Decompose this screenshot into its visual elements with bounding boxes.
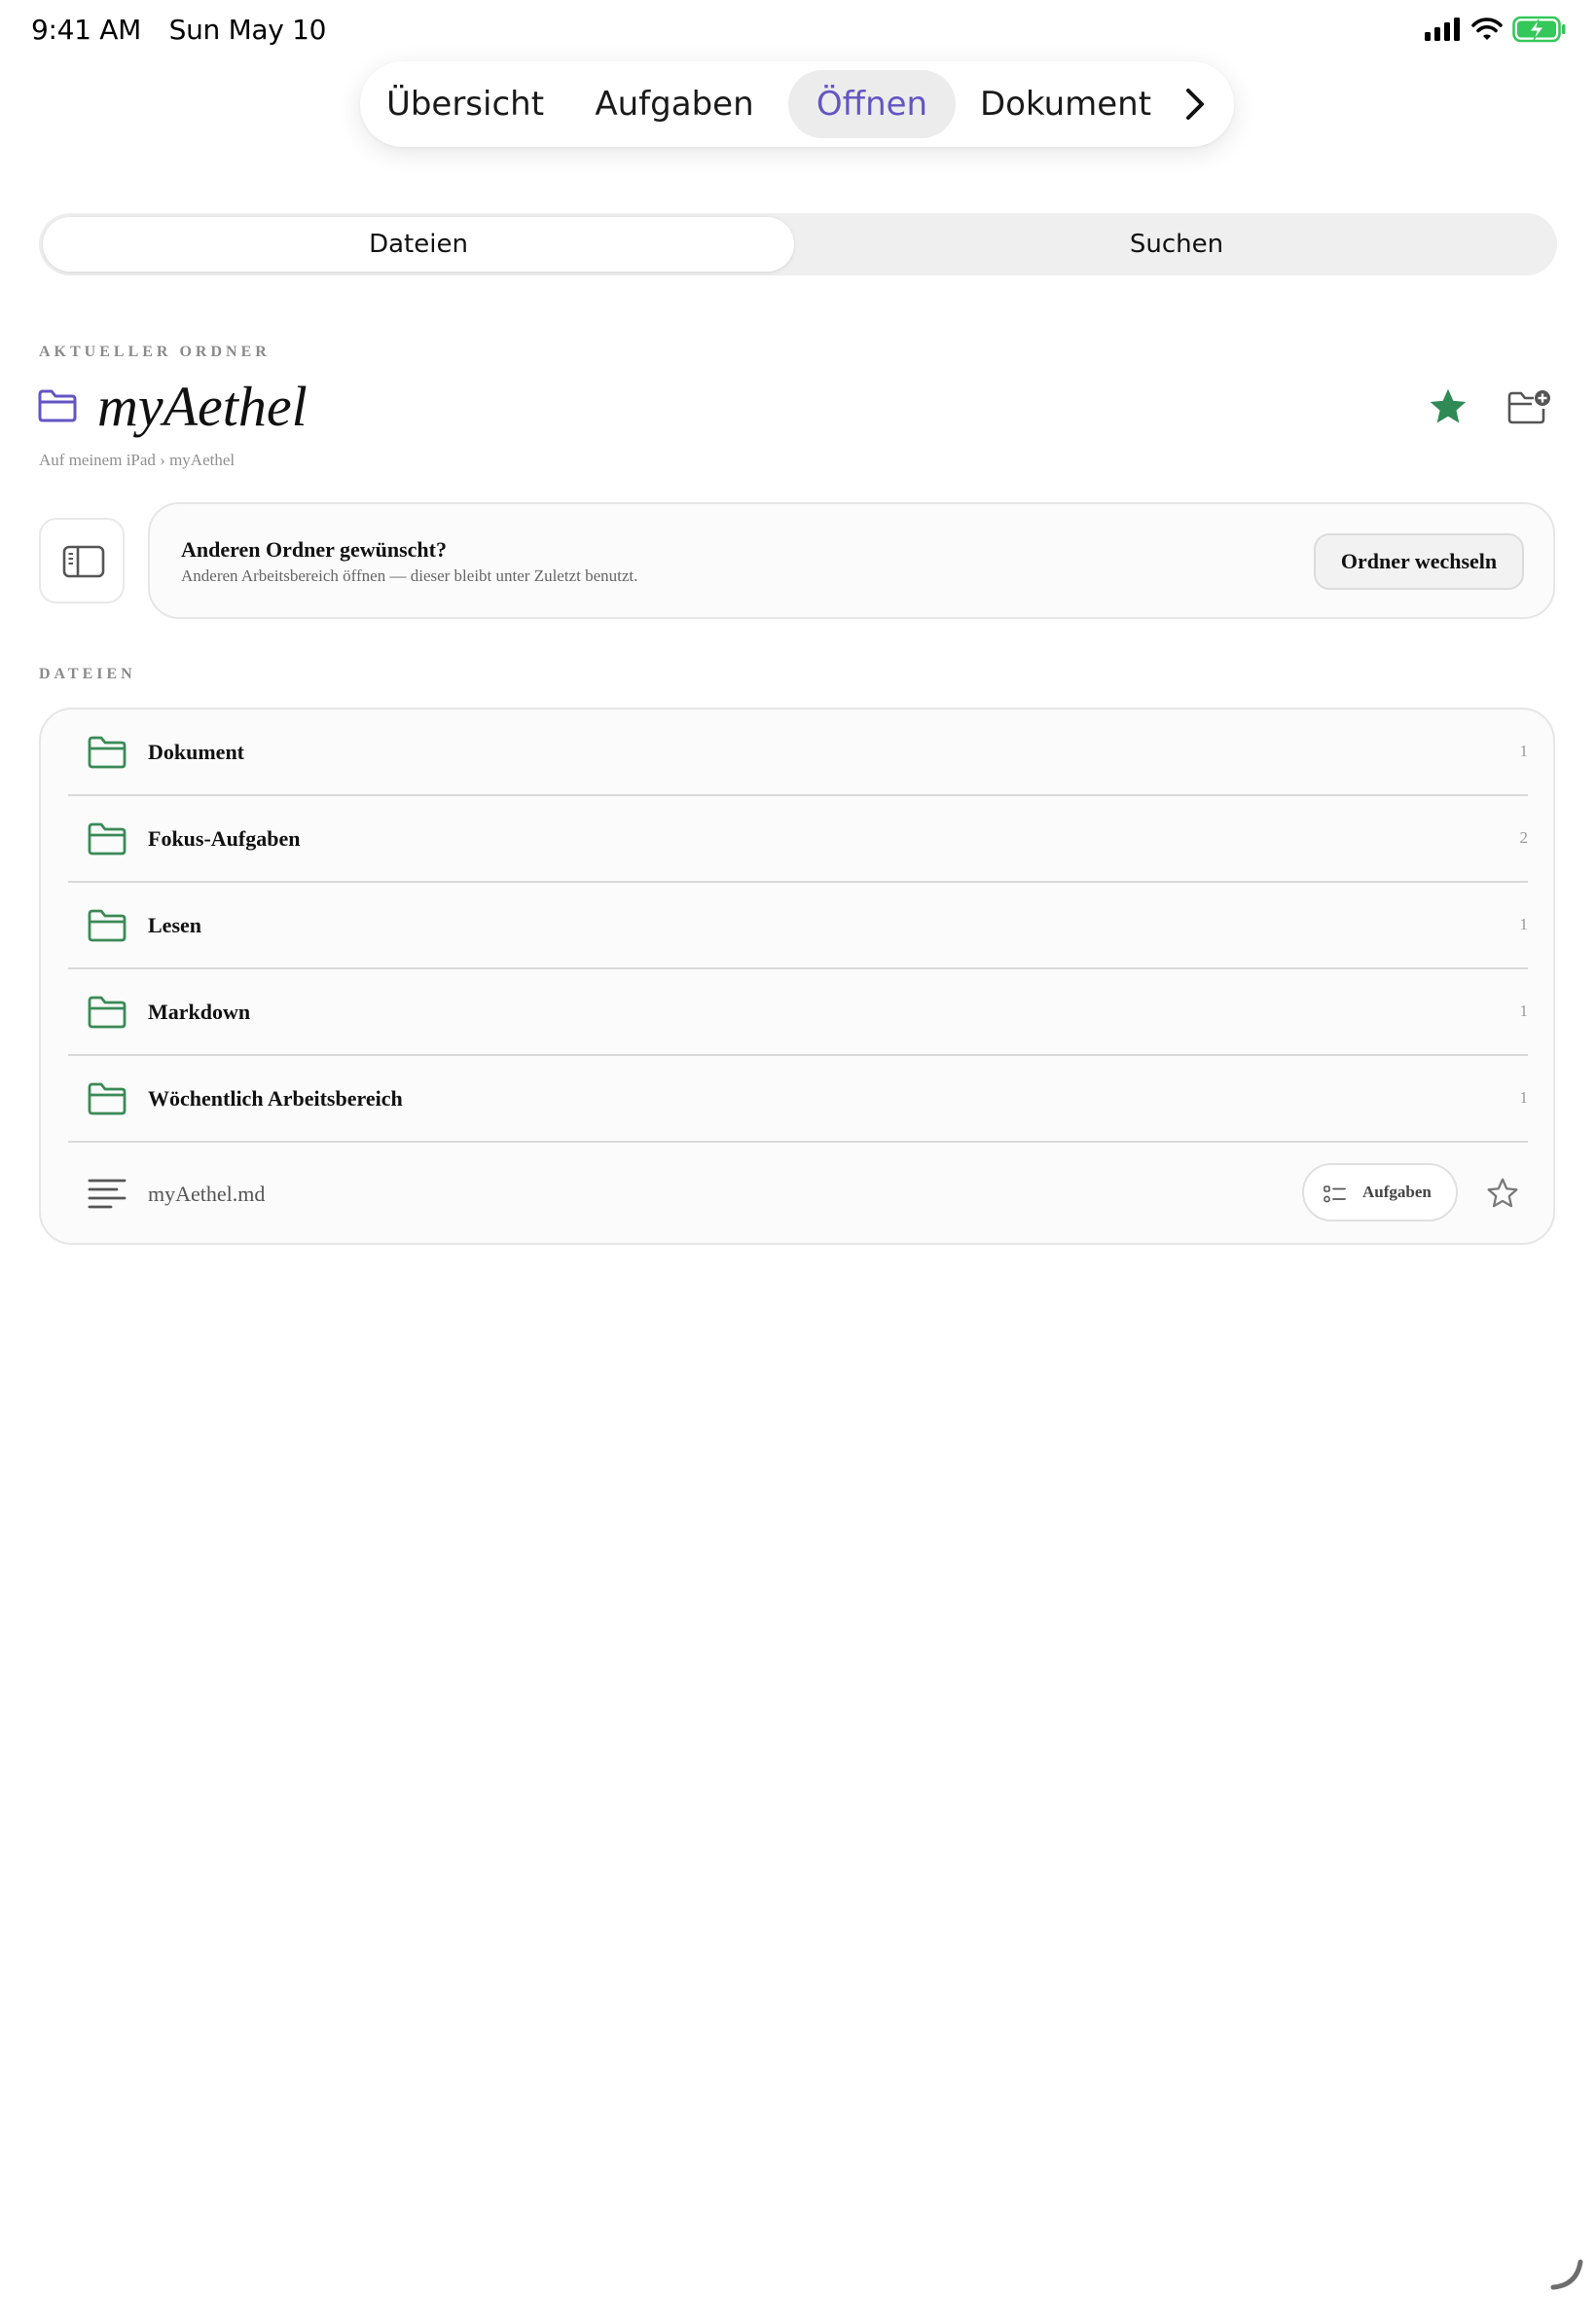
segment-files[interactable]: Dateien xyxy=(43,217,794,272)
folder-icon xyxy=(88,996,127,1029)
change-folder-title: Anderen Ordner gewünscht? xyxy=(181,537,447,562)
folder-name: Lesen xyxy=(148,913,201,937)
folder-item-count: 1 xyxy=(1519,915,1529,933)
file-list: Dokument 1 Fokus-Aufgaben 2 Lesen 1 Mark… xyxy=(39,708,1555,1245)
folder-row-fokus-aufgaben[interactable]: Fokus-Aufgaben 2 xyxy=(41,796,1553,883)
text-document-icon xyxy=(88,1179,127,1209)
change-folder-subtitle: Anderen Arbeitsbereich öffnen — dieser b… xyxy=(181,566,638,585)
folder-name: Wöchentlich Arbeitsbereich xyxy=(148,1086,403,1111)
folder-row-woechentlich-arbeitsbereich[interactable]: Wöchentlich Arbeitsbereich 1 xyxy=(41,1056,1553,1143)
cellular-signal-icon xyxy=(1425,18,1460,41)
tab-document[interactable]: Dokument xyxy=(975,70,1156,138)
change-folder-button[interactable]: Ordner wechseln xyxy=(1314,533,1524,590)
segment-search[interactable]: Suchen xyxy=(800,217,1553,272)
open-tasks-button[interactable]: Aufgaben xyxy=(1302,1163,1458,1221)
sidebar-toggle-button[interactable] xyxy=(39,518,125,603)
folder-plus-icon xyxy=(1507,390,1550,424)
folder-item-count: 1 xyxy=(1519,742,1529,760)
folder-item-count: 1 xyxy=(1519,1088,1529,1107)
change-folder-card: Anderen Ordner gewünscht? Anderen Arbeit… xyxy=(148,502,1555,619)
nav-more-button[interactable] xyxy=(1176,83,1215,126)
current-folder-section-label: AKTUELLER ORDNER xyxy=(39,344,271,360)
chevron-right-icon xyxy=(1186,89,1204,120)
folder-item-count: 1 xyxy=(1519,1002,1529,1020)
folder-item-count: 2 xyxy=(1519,828,1529,847)
folder-icon xyxy=(88,1082,127,1115)
current-folder-title: myAethel xyxy=(97,375,308,438)
folder-name: Fokus-Aufgaben xyxy=(148,826,301,851)
files-search-segmented-control: Dateien Suchen xyxy=(39,213,1557,275)
folder-row-lesen[interactable]: Lesen 1 xyxy=(41,883,1553,969)
tab-tasks[interactable]: Aufgaben xyxy=(588,70,761,138)
folder-icon xyxy=(38,389,77,422)
favorite-folder-button[interactable] xyxy=(1427,385,1469,428)
status-date: Sun May 10 xyxy=(168,14,327,46)
document-row[interactable]: myAethel.md Aufgaben xyxy=(41,1143,1553,1245)
sidebar-icon xyxy=(62,545,105,578)
files-section-label: DATEIEN xyxy=(39,666,136,682)
status-indicators xyxy=(1425,16,1567,43)
tab-open[interactable]: Öffnen xyxy=(788,70,956,138)
battery-charging-icon xyxy=(1512,16,1566,43)
breadcrumb[interactable]: Auf meinem iPad › myAethel xyxy=(39,451,235,470)
top-navigation: Übersicht Aufgaben Öffnen Dokument xyxy=(360,61,1234,147)
checklist-icon xyxy=(1324,1185,1346,1203)
open-tasks-label: Aufgaben xyxy=(1362,1183,1432,1201)
status-time-date: 9:41 AM Sun May 10 xyxy=(31,14,327,46)
folder-icon xyxy=(88,909,127,942)
tab-overview[interactable]: Übersicht xyxy=(383,70,547,138)
status-time: 9:41 AM xyxy=(31,14,141,46)
favorite-document-button[interactable] xyxy=(1485,1176,1520,1211)
star-filled-icon xyxy=(1430,388,1467,423)
folder-row-markdown[interactable]: Markdown 1 xyxy=(41,969,1553,1056)
document-name: myAethel.md xyxy=(148,1182,266,1206)
status-bar: 9:41 AM Sun May 10 xyxy=(0,0,1596,58)
folder-icon xyxy=(88,822,127,856)
folder-icon xyxy=(88,736,127,769)
folder-name: Markdown xyxy=(148,1000,251,1024)
wifi-icon xyxy=(1471,18,1503,40)
star-outline-icon xyxy=(1487,1178,1518,1208)
folder-name: Dokument xyxy=(148,740,245,764)
resize-handle-icon[interactable] xyxy=(1549,2256,1584,2291)
new-folder-button[interactable] xyxy=(1506,387,1551,426)
folder-row-dokument[interactable]: Dokument 1 xyxy=(41,710,1553,796)
